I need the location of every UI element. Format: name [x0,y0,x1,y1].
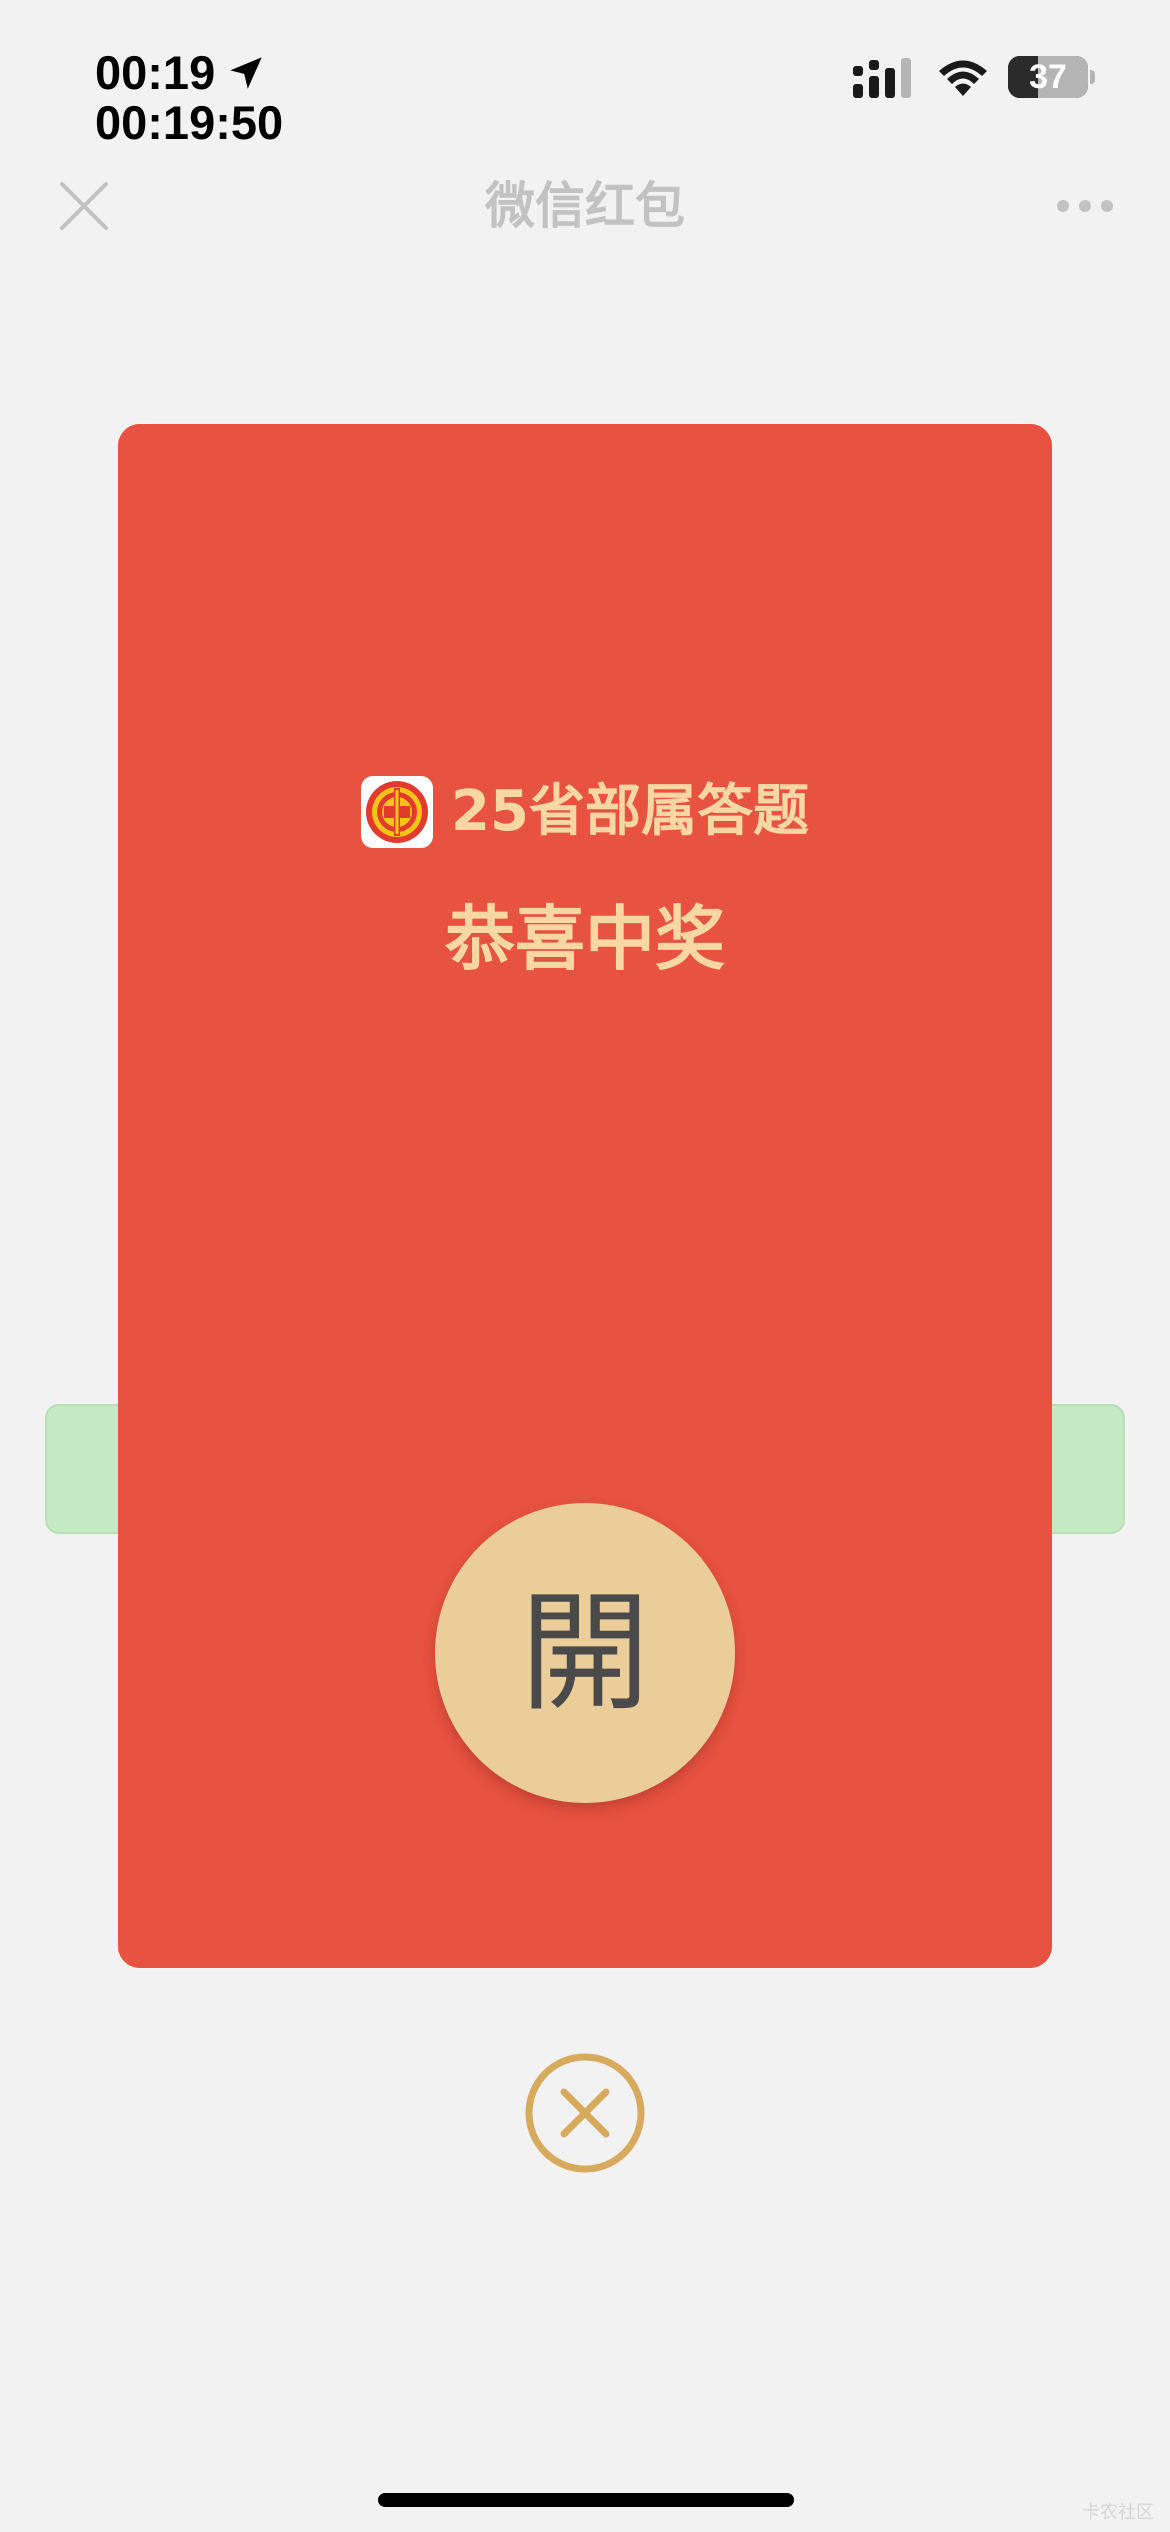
close-circle-icon[interactable] [524,2052,646,2174]
background-message-right [1045,1404,1125,1534]
sender-name: 25省部属答题 [451,779,809,844]
greeting-text: 恭喜中奖 [445,898,725,980]
open-button[interactable]: 開 [435,1503,735,1803]
sender-logo [361,776,434,848]
page-title: 微信红包 [485,177,685,235]
clock: 00:19 [95,46,216,99]
wifi-icon [939,60,987,96]
battery-cap [1090,70,1095,84]
watermark: 卡农社区 [1082,2502,1154,2523]
location-arrow-icon [230,57,262,89]
cellular-signal-icon [853,58,911,98]
home-indicator[interactable] [378,2493,794,2507]
status-time: 00:19 00:19:50 [95,48,283,148]
sender: 25省部属答题 [118,776,1052,848]
background-message-left [45,1404,125,1534]
more-dots-icon[interactable] [1055,198,1115,214]
union-emblem-icon [366,781,429,843]
battery-icon: 37 [1008,56,1088,98]
battery-level: 37 [1029,58,1067,96]
clock-seconds: 00:19:50 [95,96,284,149]
